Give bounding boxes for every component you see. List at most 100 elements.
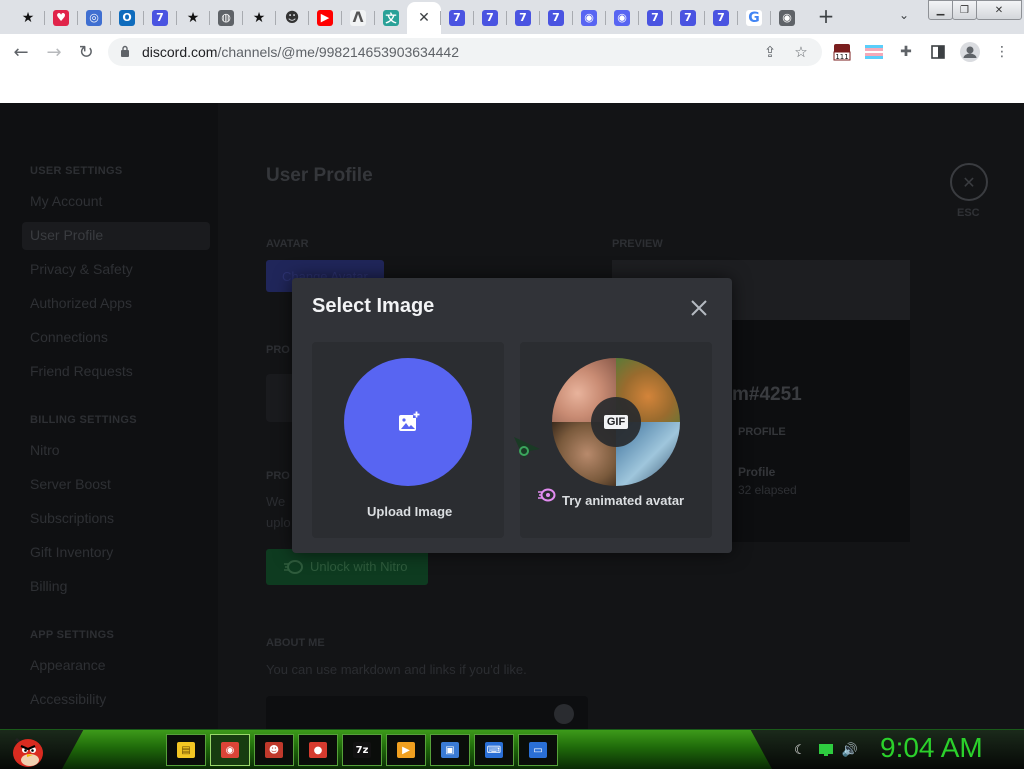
- sidebar-item-subscriptions[interactable]: Subscriptions: [30, 510, 114, 526]
- sidebar-item-server-boost[interactable]: Server Boost: [30, 476, 111, 492]
- tab-separator: [605, 11, 606, 25]
- browser-tab[interactable]: ◉: [773, 5, 801, 30]
- taskbar-clock[interactable]: 9:04 AM: [880, 732, 983, 764]
- browser-tab[interactable]: 7: [443, 5, 471, 30]
- preview-activity: Profile: [738, 465, 776, 479]
- browser-tab[interactable]: G: [740, 5, 768, 30]
- about-me-hint: You can use markdown and links if you'd …: [266, 662, 527, 677]
- star-black-icon: ★: [251, 9, 267, 26]
- tray-moon-icon[interactable]: ☾: [792, 742, 808, 758]
- start-button-angry-bird-icon[interactable]: [8, 731, 48, 769]
- taskbar-button[interactable]: ⌨: [474, 734, 514, 766]
- browser-tab[interactable]: 7: [146, 5, 174, 30]
- browser-tab[interactable]: 7: [509, 5, 537, 30]
- taskbar-button[interactable]: ▭: [518, 734, 558, 766]
- side-panel-icon[interactable]: [928, 42, 948, 62]
- about-me-input[interactable]: [266, 696, 588, 729]
- app-7-icon: 7: [713, 9, 729, 26]
- reload-button[interactable]: ↻: [73, 40, 99, 64]
- browser-tab[interactable]: 文: [377, 5, 405, 30]
- app-7-icon: 7: [482, 9, 498, 26]
- file-explorer-icon: ▤: [177, 742, 195, 758]
- browser-tab[interactable]: 7: [707, 5, 735, 30]
- emoji-picker-icon[interactable]: [554, 704, 574, 724]
- active-tab[interactable]: ✕: [407, 2, 441, 34]
- upload-image-option[interactable]: Upload Image: [312, 342, 504, 538]
- preview-section-label: PREVIEW: [612, 238, 663, 250]
- sidebar-item-friend-requests[interactable]: Friend Requests: [30, 363, 133, 379]
- browser-tab[interactable]: ☻: [278, 5, 306, 30]
- taskbar-button[interactable]: ◉: [210, 734, 250, 766]
- sidebar-item-appearance[interactable]: Appearance: [30, 657, 106, 673]
- preview-profile-button[interactable]: PROFILE: [738, 426, 786, 438]
- browser-tab[interactable]: 7: [674, 5, 702, 30]
- sidebar-item-nitro[interactable]: Nitro: [30, 442, 60, 458]
- new-tab-button[interactable]: +: [814, 6, 838, 28]
- close-window-button[interactable]: ✕: [976, 0, 1022, 20]
- tab-separator: [275, 11, 276, 25]
- browser-tab[interactable]: ◎: [80, 5, 108, 30]
- address-bar[interactable]: discord.com/channels/@me/998214653903634…: [108, 38, 822, 66]
- profile-avatar-icon[interactable]: [960, 42, 980, 62]
- browser-tab[interactable]: ◉: [575, 5, 603, 30]
- sidebar-item-my-account[interactable]: My Account: [30, 193, 102, 209]
- sidebar-item-gift-inventory[interactable]: Gift Inventory: [30, 544, 113, 560]
- browser-tab[interactable]: 7: [542, 5, 570, 30]
- esc-close-button[interactable]: ✕: [950, 163, 988, 201]
- content-top-blank: [0, 70, 1024, 103]
- browser-tab[interactable]: ♥: [47, 5, 75, 30]
- tab-separator: [473, 11, 474, 25]
- url-text[interactable]: discord.com/channels/@me/998214653903634…: [142, 44, 459, 60]
- tray-volume-icon[interactable]: 🔊: [842, 742, 858, 758]
- tab-separator: [110, 11, 111, 25]
- tray-network-icon[interactable]: [818, 742, 834, 758]
- extensions-puzzle-icon[interactable]: ✚: [896, 42, 916, 62]
- minimize-window-button[interactable]: ▁: [928, 0, 953, 20]
- forward-button[interactable]: →: [41, 40, 67, 64]
- animated-avatar-option[interactable]: GIF Try animated avatar: [520, 342, 712, 538]
- lock-icon[interactable]: [120, 45, 130, 57]
- tab-search-chevron-icon[interactable]: ⌄: [893, 8, 915, 26]
- add-image-icon: [399, 411, 420, 431]
- share-icon[interactable]: ⇪: [760, 42, 780, 62]
- sidebar-item-connections[interactable]: Connections: [30, 329, 108, 345]
- upload-image-label: Upload Image: [367, 504, 453, 519]
- taskbar-button[interactable]: ☻: [254, 734, 294, 766]
- browser-tab[interactable]: O: [113, 5, 141, 30]
- taskbar-button[interactable]: ▣: [430, 734, 470, 766]
- taskbar-button[interactable]: ▶: [386, 734, 426, 766]
- angry-bird-icon: ●: [309, 742, 327, 758]
- sidebar-item-billing[interactable]: Billing: [30, 578, 67, 594]
- browser-tab[interactable]: ▶: [311, 5, 339, 30]
- back-button[interactable]: ←: [8, 40, 34, 64]
- restore-window-button[interactable]: ❐: [952, 0, 977, 20]
- taskbar-button[interactable]: ●: [298, 734, 338, 766]
- browser-tab[interactable]: ★: [179, 5, 207, 30]
- browser-tab[interactable]: ◍: [212, 5, 240, 30]
- browser-tab[interactable]: 7: [641, 5, 669, 30]
- taskbar-button[interactable]: 7z: [342, 734, 382, 766]
- browser-menu-kebab-icon[interactable]: ⋮: [992, 42, 1012, 62]
- modal-close-icon[interactable]: [688, 297, 710, 319]
- extension-flag-icon[interactable]: [864, 42, 884, 62]
- bookmark-star-icon[interactable]: ☆: [791, 42, 811, 62]
- close-tab-icon[interactable]: ✕: [416, 10, 432, 26]
- sidebar-item-authorized-apps[interactable]: Authorized Apps: [30, 295, 132, 311]
- raccoon-icon: ☻: [284, 9, 300, 26]
- tab-separator: [737, 11, 738, 25]
- sidebar-item-privacy-safety[interactable]: Privacy & Safety: [30, 261, 133, 277]
- browser-tab[interactable]: 7: [476, 5, 504, 30]
- sidebar-item-user-profile[interactable]: User Profile: [30, 227, 103, 243]
- game-character-icon: ☻: [265, 742, 283, 758]
- browser-tab[interactable]: ★: [14, 5, 42, 30]
- outlook-icon: O: [119, 9, 135, 26]
- browser-tab[interactable]: Λ: [344, 5, 372, 30]
- taskbar-button[interactable]: ▤: [166, 734, 206, 766]
- app-7-icon: 7: [647, 9, 663, 26]
- extension-calendar-icon[interactable]: 111: [832, 42, 852, 62]
- browser-tab[interactable]: ★: [245, 5, 273, 30]
- unlock-with-nitro-button[interactable]: Unlock with Nitro: [266, 549, 428, 585]
- browser-tab[interactable]: ◉: [608, 5, 636, 30]
- sidebar-item-accessibility[interactable]: Accessibility: [30, 691, 106, 707]
- tab-separator: [506, 11, 507, 25]
